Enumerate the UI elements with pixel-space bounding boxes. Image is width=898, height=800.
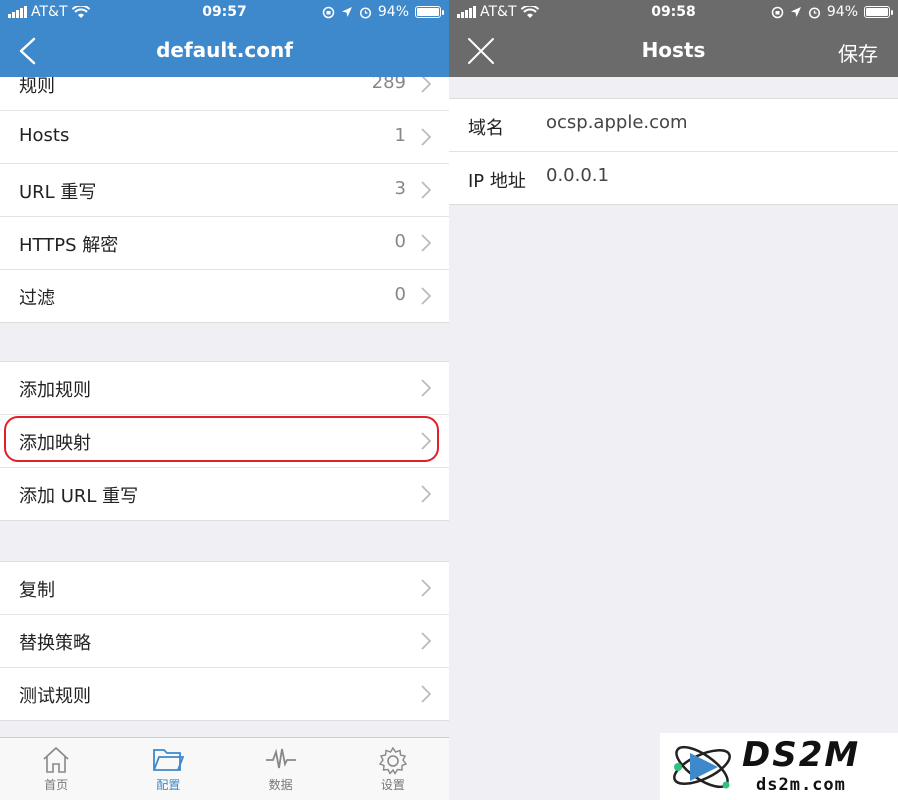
list-item-add-url-rewrite[interactable]: 添加 URL 重写 — [0, 468, 449, 520]
chevron-right-icon — [421, 75, 431, 93]
row-label: 测试规则 — [19, 686, 91, 707]
list-item-https-decrypt[interactable]: HTTPS 解密 0 — [0, 217, 449, 270]
tab-settings[interactable]: 设置 — [337, 738, 449, 800]
list-item-url-rewrite[interactable]: URL 重写 3 — [0, 164, 449, 217]
tab-label: 首页 — [44, 778, 69, 792]
tab-config[interactable]: 配置 — [112, 738, 224, 800]
list-item-test-rules[interactable]: 测试规则 — [0, 668, 449, 720]
battery-percent: 94% — [377, 4, 409, 20]
location-icon — [790, 7, 801, 17]
row-count: 0 — [394, 231, 406, 252]
ip-row: IP 地址 — [449, 152, 898, 204]
row-label: 替换策略 — [19, 633, 91, 654]
domain-row: 域名 — [449, 99, 898, 152]
row-label: 添加规则 — [19, 380, 91, 401]
row-label: URL 重写 — [19, 182, 97, 203]
tab-label: 数据 — [268, 778, 293, 792]
list-item-add-mapping[interactable]: 添加映射 — [0, 415, 449, 468]
orientation-lock-icon — [322, 6, 335, 18]
right-screen: AT&T 09:58 94% Hosts 保存 域名 IP 地址 — [449, 0, 898, 800]
list-item-replace-policy[interactable]: 替换策略 — [0, 615, 449, 668]
status-right: 94% — [771, 4, 893, 20]
domain-label: 域名 — [468, 118, 504, 139]
list-item-add-rule[interactable]: 添加规则 — [0, 362, 449, 415]
tab-bar: 首页 配置 数据 设置 — [0, 737, 449, 800]
hosts-form: 域名 IP 地址 — [449, 98, 898, 205]
chevron-right-icon — [421, 128, 431, 146]
domain-input[interactable] — [546, 112, 876, 133]
save-button[interactable]: 保存 — [838, 38, 878, 67]
row-label: 过滤 — [19, 288, 55, 309]
nav-bar: default.conf — [0, 26, 449, 77]
status-right: 94% — [322, 4, 444, 20]
list-item-hosts[interactable]: Hosts 1 — [0, 111, 449, 164]
status-bar: AT&T 09:58 94% — [449, 0, 898, 26]
row-label: Hosts — [19, 125, 70, 146]
chevron-right-icon — [421, 181, 431, 199]
left-screen: AT&T 09:57 94% default.conf 规则 289 Hosts 1… — [0, 0, 449, 800]
add-actions-group: 添加规则 添加映射 添加 URL 重写 — [0, 361, 449, 521]
orientation-lock-icon — [771, 6, 784, 18]
tab-label: 配置 — [156, 778, 181, 792]
chevron-right-icon — [421, 287, 431, 305]
ip-input[interactable] — [546, 165, 876, 186]
row-count: 0 — [394, 284, 406, 305]
chevron-right-icon — [421, 579, 431, 597]
row-label: HTTPS 解密 — [19, 235, 119, 256]
gear-icon — [378, 746, 407, 775]
row-label: 添加 URL 重写 — [19, 486, 139, 507]
list-item-copy[interactable]: 复制 — [0, 562, 449, 615]
list-item-filter[interactable]: 过滤 0 — [0, 270, 449, 322]
row-count: 1 — [394, 125, 406, 146]
tab-label: 设置 — [380, 778, 405, 792]
tab-home[interactable]: 首页 — [0, 738, 112, 800]
watermark-url: ds2m.com — [756, 775, 846, 795]
page-title: Hosts — [641, 38, 706, 62]
page-title: default.conf — [156, 38, 293, 62]
alarm-icon — [359, 6, 371, 19]
watermark-brand: DS2M — [742, 735, 861, 775]
ip-label: IP 地址 — [468, 171, 526, 192]
battery-icon — [415, 6, 444, 18]
chevron-right-icon — [421, 485, 431, 503]
manage-actions-group: 复制 替换策略 测试规则 — [0, 561, 449, 721]
chevron-right-icon — [421, 632, 431, 650]
battery-icon — [864, 6, 893, 18]
row-label: 添加映射 — [19, 433, 91, 454]
waveform-icon — [265, 748, 296, 769]
chevron-right-icon — [421, 685, 431, 703]
chevron-right-icon — [421, 379, 431, 397]
tab-data[interactable]: 数据 — [225, 738, 337, 800]
status-bar: AT&T 09:57 94% — [0, 0, 449, 26]
home-icon — [43, 746, 69, 773]
watermark-logo: DS2M ds2m.com — [660, 733, 898, 800]
nav-bar: Hosts 保存 — [449, 26, 898, 77]
config-stats-group: 规则 289 Hosts 1 URL 重写 3 HTTPS 解密 0 过滤 0 — [0, 57, 449, 323]
row-label: 复制 — [19, 580, 55, 601]
chevron-right-icon — [421, 432, 431, 450]
battery-percent: 94% — [826, 4, 858, 20]
folder-icon — [153, 749, 185, 771]
atom-logo-icon — [673, 745, 731, 789]
alarm-icon — [808, 6, 820, 19]
row-count: 3 — [394, 178, 406, 199]
chevron-right-icon — [421, 234, 431, 252]
location-icon — [341, 7, 352, 17]
